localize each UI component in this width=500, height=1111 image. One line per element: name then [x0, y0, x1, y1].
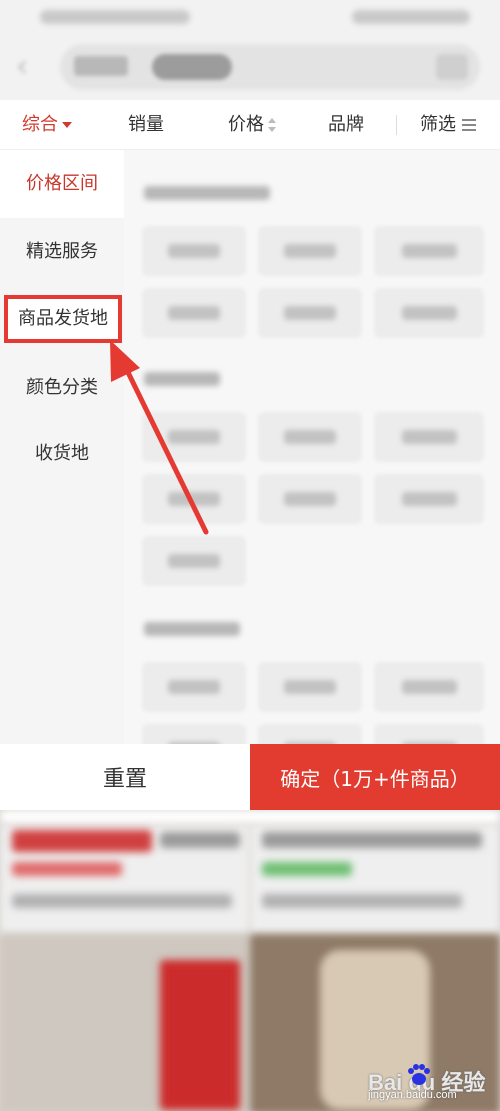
search-scope-dropdown[interactable] [74, 56, 128, 76]
filter-option-chip[interactable] [258, 662, 362, 712]
baidu-watermark: Bai du 经验 jingyan.baidu.com [368, 1063, 488, 1103]
sidebar-item-label: 收货地 [35, 443, 89, 464]
section-title-ship-from [144, 622, 240, 636]
paw-icon [408, 1064, 430, 1085]
tab-brand-label: 品牌 [328, 114, 364, 135]
sidebar-item-ship-to[interactable]: 收货地 [0, 420, 124, 488]
filter-option-chip[interactable] [374, 288, 484, 338]
search-header: ‹ [0, 36, 500, 100]
section-title-services [144, 372, 220, 386]
watermark-url: jingyan.baidu.com [368, 1089, 457, 1101]
tab-sales-label: 销量 [128, 114, 164, 135]
tab-comprehensive[interactable]: 综合 [22, 100, 72, 150]
search-input[interactable] [60, 44, 480, 90]
filter-panel: 价格区间 精选服务 商品发货地 颜色分类 收货地 [0, 150, 500, 744]
tab-filter-label: 筛选 [420, 114, 456, 135]
filter-option-chip[interactable] [258, 226, 362, 276]
sidebar-item-selected-services[interactable]: 精选服务 [0, 218, 124, 286]
sort-tab-bar: 综合 销量 价格 品牌 筛选 [0, 100, 500, 150]
tab-divider [396, 115, 397, 135]
filter-option-chip[interactable] [374, 724, 484, 744]
reset-button[interactable]: 重置 [0, 744, 250, 810]
filter-option-chip[interactable] [142, 412, 246, 462]
filter-option-chip[interactable] [258, 724, 362, 744]
filter-option-chip[interactable] [142, 474, 246, 524]
caret-down-icon [62, 122, 72, 128]
filter-option-chip[interactable] [142, 226, 246, 276]
filter-option-chip[interactable] [374, 226, 484, 276]
filter-option-chip[interactable] [374, 662, 484, 712]
filter-option-chip[interactable] [142, 536, 246, 586]
tab-filter[interactable]: 筛选 [420, 100, 476, 150]
filter-option-chip[interactable] [142, 662, 246, 712]
filter-icon [462, 119, 476, 131]
sidebar-item-label: 商品发货地 [18, 308, 108, 329]
filter-option-chip[interactable] [142, 288, 246, 338]
sidebar-item-color[interactable]: 颜色分类 [0, 354, 124, 422]
search-keyword-tag[interactable] [152, 54, 232, 80]
filter-option-chip[interactable] [374, 412, 484, 462]
status-bar [0, 0, 500, 36]
sidebar-item-ship-from[interactable]: 商品发货地 [4, 295, 122, 343]
camera-icon[interactable] [436, 54, 468, 80]
sort-updown-icon [268, 118, 276, 132]
filter-option-chip[interactable] [374, 474, 484, 524]
filter-option-chip[interactable] [258, 288, 362, 338]
filter-option-chip[interactable] [142, 724, 246, 744]
tab-price-label: 价格 [228, 114, 264, 135]
filter-category-sidebar: 价格区间 精选服务 商品发货地 颜色分类 收货地 [0, 150, 124, 744]
filter-options-area [124, 150, 500, 744]
section-title-price [144, 186, 270, 200]
confirm-button[interactable]: 确定（1万+件商品） [250, 744, 500, 810]
tab-sales[interactable]: 销量 [128, 100, 164, 150]
sidebar-item-label: 精选服务 [26, 241, 98, 262]
filter-option-chip[interactable] [258, 474, 362, 524]
sidebar-item-label: 价格区间 [26, 173, 98, 194]
sidebar-item-label: 颜色分类 [26, 377, 98, 398]
filter-option-chip[interactable] [258, 412, 362, 462]
tab-brand[interactable]: 品牌 [328, 100, 364, 150]
sidebar-item-price-range[interactable]: 价格区间 [0, 150, 124, 218]
tab-price[interactable]: 价格 [228, 100, 276, 150]
tab-comprehensive-label: 综合 [22, 114, 58, 135]
back-icon[interactable]: ‹ [16, 52, 46, 82]
